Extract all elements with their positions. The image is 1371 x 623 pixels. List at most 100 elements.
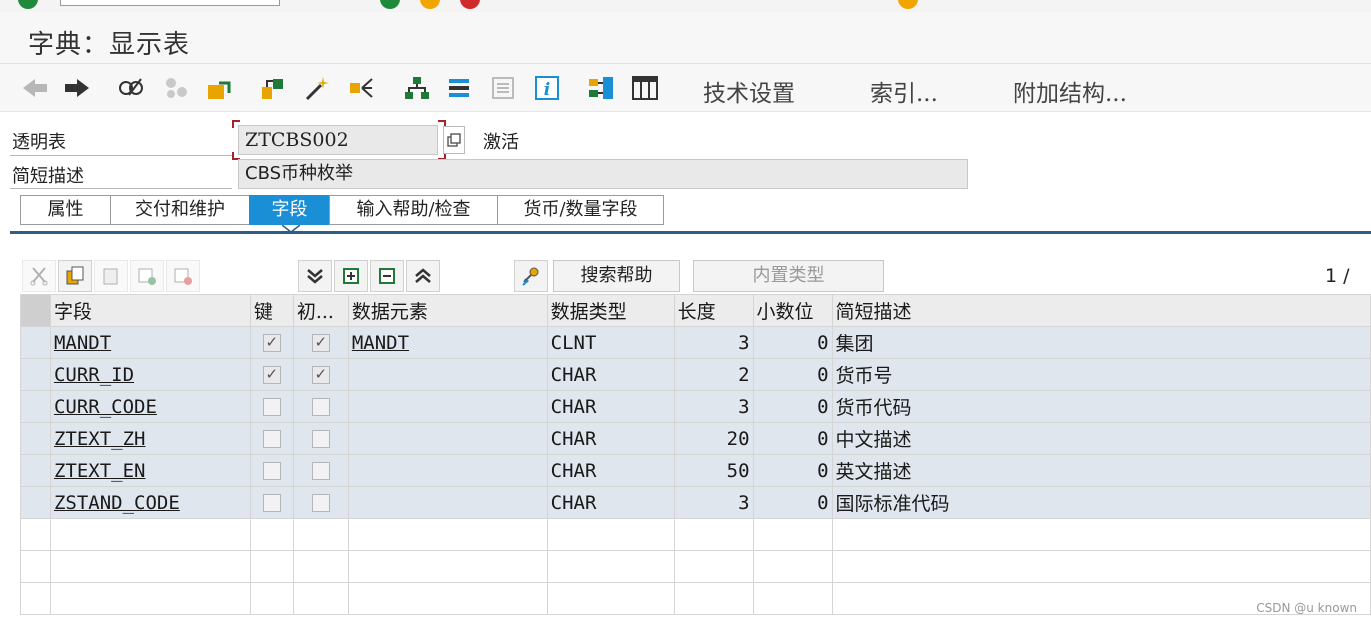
field-name-link[interactable]: CURR_ID — [54, 364, 134, 386]
empty-cell[interactable] — [752, 518, 833, 551]
search-help-button[interactable]: 搜索帮助 — [553, 260, 680, 292]
length-cell[interactable]: 3 — [673, 326, 754, 359]
length-cell[interactable]: 3 — [673, 390, 754, 423]
empty-cell[interactable] — [831, 518, 1371, 551]
row-selector[interactable] — [20, 518, 51, 551]
col-header-decimals[interactable]: 小数位 — [752, 294, 833, 327]
field-name-cell[interactable]: ZTEXT_EN — [49, 454, 251, 487]
check-icon[interactable] — [258, 73, 288, 103]
data-element-cell[interactable] — [347, 422, 548, 455]
expand-insert-icon[interactable] — [334, 260, 368, 292]
init-checkbox[interactable] — [311, 429, 330, 448]
back-arrow-icon[interactable] — [20, 73, 50, 103]
activate-icon[interactable] — [204, 73, 234, 103]
row-selector[interactable] — [20, 550, 51, 583]
field-name-link[interactable]: ZTEXT_ZH — [54, 428, 146, 450]
key-checkbox[interactable] — [262, 397, 281, 416]
length-cell[interactable]: 2 — [673, 358, 754, 391]
empty-cell[interactable] — [49, 518, 251, 551]
display-change-icon[interactable] — [116, 73, 146, 103]
table-row[interactable]: MANDT ✓ ✓ MANDT CLNT 3 0 集团 — [20, 326, 1371, 359]
decimals-cell[interactable]: 0 — [752, 454, 833, 487]
table-row[interactable]: ZTEXT_EN CHAR 50 0 英文描述 — [20, 454, 1371, 487]
data-type-cell[interactable]: CHAR — [546, 390, 675, 423]
stack-icon[interactable] — [444, 73, 474, 103]
cut-icon[interactable] — [22, 260, 56, 292]
data-element-cell[interactable] — [347, 358, 548, 391]
row-selector[interactable] — [20, 454, 51, 487]
row-selector[interactable] — [20, 326, 51, 359]
init-checkbox[interactable]: ✓ — [311, 365, 330, 384]
empty-cell[interactable] — [546, 518, 675, 551]
empty-cell[interactable] — [831, 550, 1371, 583]
col-header-data-type[interactable]: 数据类型 — [546, 294, 675, 327]
empty-row[interactable] — [20, 518, 1371, 551]
append-structures-button[interactable]: 附加结构... — [1013, 74, 1127, 108]
decimals-cell[interactable]: 0 — [752, 358, 833, 391]
col-header-field[interactable]: 字段 — [49, 294, 251, 327]
data-element-cell[interactable]: MANDT — [347, 326, 548, 359]
col-header-init[interactable]: 初... — [292, 294, 349, 327]
data-type-cell[interactable]: CHAR — [546, 422, 675, 455]
col-header-length[interactable]: 长度 — [673, 294, 754, 327]
where-used-icon[interactable] — [346, 73, 376, 103]
field-name-link[interactable]: ZSTAND_CODE — [54, 492, 180, 514]
empty-cell[interactable] — [49, 582, 251, 615]
collapse-remove-icon[interactable] — [370, 260, 404, 292]
document-icon[interactable] — [488, 73, 518, 103]
empty-cell[interactable] — [347, 550, 548, 583]
decimals-cell[interactable]: 0 — [752, 422, 833, 455]
empty-row[interactable] — [20, 550, 1371, 583]
tab-currency-fields[interactable]: 货币/数量字段 — [497, 195, 664, 225]
data-type-cell[interactable]: CHAR — [546, 486, 675, 519]
table-row[interactable]: ZTEXT_ZH CHAR 20 0 中文描述 — [20, 422, 1371, 455]
row-selector[interactable] — [20, 390, 51, 423]
short-desc-cell[interactable]: 货币号 — [831, 358, 1371, 391]
short-desc-cell[interactable]: 集团 — [831, 326, 1371, 359]
empty-cell[interactable] — [752, 550, 833, 583]
decimals-cell[interactable]: 0 — [752, 390, 833, 423]
data-type-cell[interactable]: CHAR — [546, 358, 675, 391]
back-icon[interactable] — [380, 0, 400, 9]
builtin-type-button[interactable]: 内置类型 — [693, 260, 884, 292]
exit-icon[interactable] — [420, 0, 440, 9]
field-name-cell[interactable]: MANDT — [49, 326, 251, 359]
data-element-link[interactable]: MANDT — [352, 332, 409, 354]
paste-icon[interactable] — [94, 260, 128, 292]
indexes-button[interactable]: 索引... — [870, 74, 938, 108]
field-name-cell[interactable]: ZTEXT_ZH — [49, 422, 251, 455]
init-checkbox[interactable] — [311, 397, 330, 416]
empty-cell[interactable] — [292, 582, 349, 615]
table-row[interactable]: CURR_ID ✓ ✓ CHAR 2 0 货币号 — [20, 358, 1371, 391]
empty-row[interactable] — [20, 582, 1371, 615]
help-icon[interactable] — [898, 0, 918, 9]
empty-cell[interactable] — [249, 518, 294, 551]
row-selector[interactable] — [20, 486, 51, 519]
field-name-cell[interactable]: CURR_CODE — [49, 390, 251, 423]
field-name-cell[interactable]: ZSTAND_CODE — [49, 486, 251, 519]
short-desc-cell[interactable]: 国际标准代码 — [831, 486, 1371, 519]
col-header-short-desc[interactable]: 简短描述 — [831, 294, 1371, 327]
key-checkbox[interactable] — [262, 493, 281, 512]
field-name-cell[interactable]: CURR_ID — [49, 358, 251, 391]
empty-cell[interactable] — [673, 582, 754, 615]
tab-delivery[interactable]: 交付和维护 — [110, 195, 249, 225]
table-row[interactable]: ZSTAND_CODE CHAR 3 0 国际标准代码 — [20, 486, 1371, 519]
col-header-key[interactable]: 键 — [249, 294, 294, 327]
field-name-link[interactable]: MANDT — [54, 332, 111, 354]
magic-wand-icon[interactable] — [302, 73, 332, 103]
empty-cell[interactable] — [249, 582, 294, 615]
command-field[interactable] — [60, 0, 280, 6]
delete-row-icon[interactable] — [166, 260, 200, 292]
cancel-icon[interactable] — [460, 0, 480, 9]
empty-cell[interactable] — [546, 582, 675, 615]
short-desc-field[interactable]: CBS币种枚举 — [238, 159, 968, 189]
columns-icon[interactable] — [630, 73, 660, 103]
empty-cell[interactable] — [249, 550, 294, 583]
init-checkbox[interactable] — [311, 493, 330, 512]
tech-settings-button[interactable]: 技术设置 — [703, 74, 795, 108]
empty-cell[interactable] — [292, 550, 349, 583]
short-desc-cell[interactable]: 中文描述 — [831, 422, 1371, 455]
empty-cell[interactable] — [347, 582, 548, 615]
key-checkbox[interactable] — [262, 461, 281, 480]
